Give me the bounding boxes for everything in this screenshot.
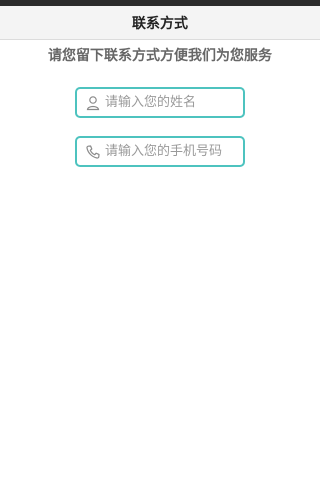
name-field[interactable]: [75, 87, 245, 118]
phone-field[interactable]: [75, 136, 245, 167]
user-icon: [84, 94, 101, 112]
phone-icon: [84, 143, 101, 161]
page-title: 联系方式: [132, 15, 188, 32]
contact-instruction: 请您留下联系方式方便我们为您服务: [48, 48, 272, 64]
app-header: 联系方式: [0, 6, 320, 40]
phone-input[interactable]: [105, 139, 243, 164]
name-input[interactable]: [105, 90, 243, 115]
